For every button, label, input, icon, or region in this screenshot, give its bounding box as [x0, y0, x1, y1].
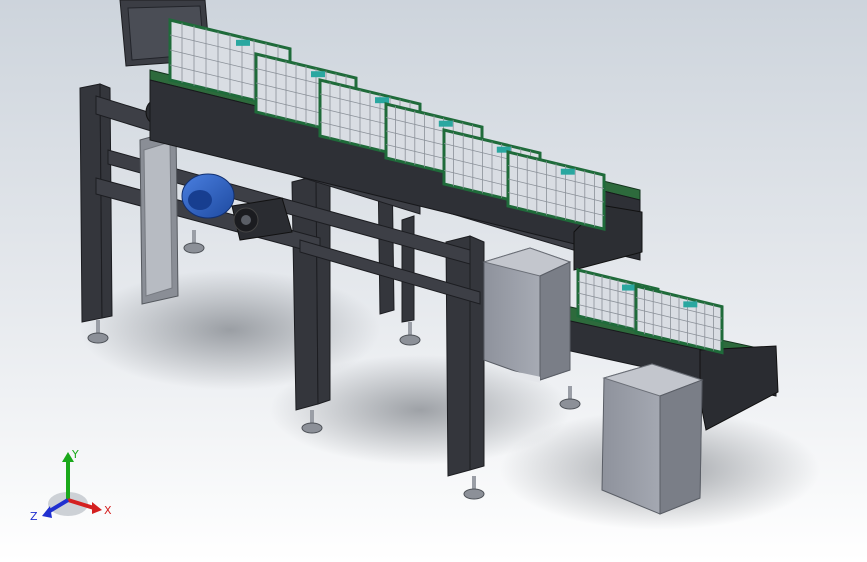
- x-axis-head-icon: [92, 502, 102, 514]
- electrical-cabinet-upper: [482, 247, 572, 383]
- electrical-cabinet-lower: [601, 363, 704, 515]
- z-axis-label: Z: [30, 510, 38, 523]
- x-axis-label: X: [104, 504, 112, 517]
- gear-motor: [231, 197, 293, 241]
- leveling-foot: [463, 476, 485, 500]
- graphics-viewport[interactable]: Y X Z: [0, 0, 867, 562]
- y-axis-label: Y: [71, 448, 79, 461]
- blue-motor: [181, 173, 235, 219]
- coordinate-triad: Y X Z: [30, 448, 112, 523]
- leveling-foot: [183, 230, 205, 254]
- conveyor-assembly-model[interactable]: [0, 0, 867, 562]
- leveling-foot: [399, 322, 421, 346]
